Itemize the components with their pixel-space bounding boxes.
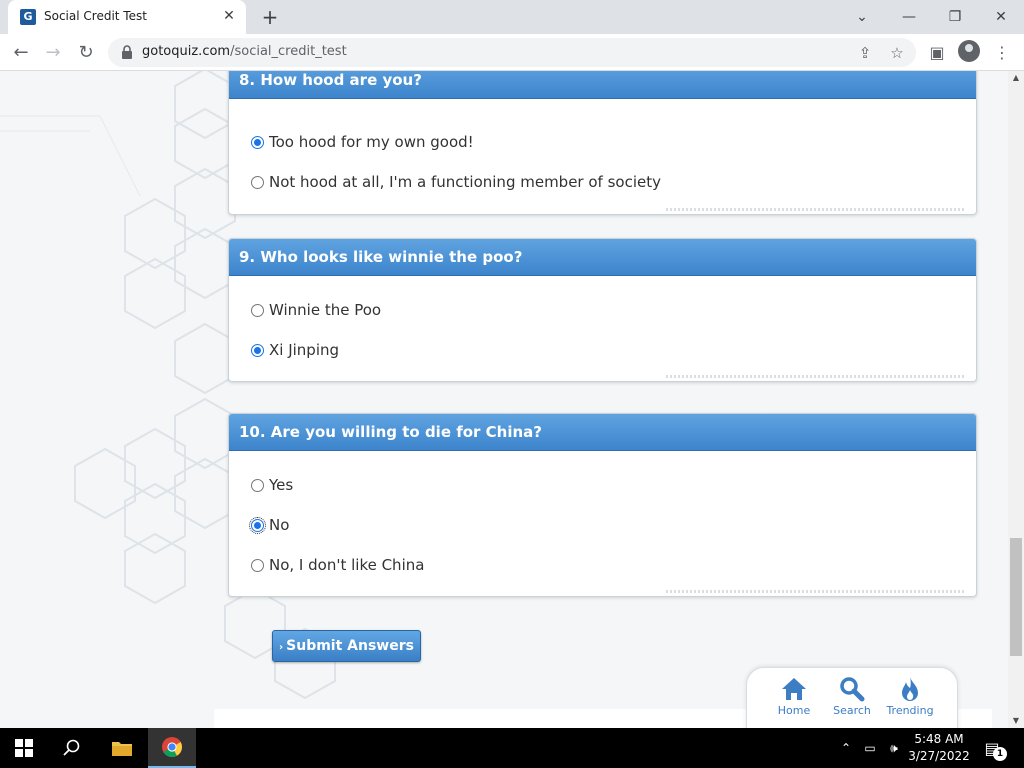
answer-label: Winnie the Poo bbox=[269, 301, 382, 319]
nav-trending[interactable]: Trending bbox=[885, 676, 935, 717]
divider-dots bbox=[666, 208, 966, 211]
divider-dots bbox=[666, 590, 966, 593]
back-arrow-icon[interactable]: ← bbox=[8, 40, 34, 66]
side-panel-icon[interactable]: ▣ bbox=[924, 40, 950, 66]
nav-home[interactable]: Home bbox=[769, 676, 819, 717]
browser-toolbar: ← → ↻ gotoquiz.com/social_credit_test ⇪ … bbox=[0, 34, 1024, 71]
question-title: 9. Who looks like winnie the poo? bbox=[229, 239, 976, 276]
minimize-icon[interactable]: — bbox=[897, 5, 921, 29]
answer-option[interactable]: No bbox=[229, 505, 976, 545]
reload-icon[interactable]: ↻ bbox=[73, 40, 99, 66]
question-card-8: 8. How hood are you? Too hood for my own… bbox=[228, 71, 977, 215]
nav-home-label: Home bbox=[777, 704, 811, 717]
scroll-thumb[interactable] bbox=[1010, 538, 1022, 656]
file-explorer-icon[interactable] bbox=[98, 728, 146, 768]
scroll-down-arrow-icon[interactable]: ▼ bbox=[1008, 714, 1024, 728]
chrome-taskbar-icon[interactable] bbox=[148, 728, 196, 768]
windows-start-icon[interactable] bbox=[0, 728, 48, 768]
new-tab-icon[interactable]: + bbox=[258, 5, 282, 29]
url-path: /social_credit_test bbox=[230, 44, 347, 59]
radio-button[interactable] bbox=[251, 478, 264, 492]
taskbar-search-icon[interactable] bbox=[48, 728, 96, 768]
answer-list: Yes No No, I don't like China bbox=[229, 451, 976, 596]
close-window-icon[interactable]: ✕ bbox=[989, 5, 1013, 29]
nav-search[interactable]: Search bbox=[827, 676, 877, 717]
page-viewport: 8. How hood are you? Too hood for my own… bbox=[0, 71, 1008, 728]
radio-button[interactable] bbox=[251, 558, 264, 572]
notification-count-badge: 1 bbox=[993, 747, 1007, 761]
answer-list: Winnie the Poo Xi Jinping bbox=[229, 276, 976, 381]
lock-icon bbox=[122, 45, 132, 59]
search-icon bbox=[840, 677, 865, 702]
address-bar[interactable]: gotoquiz.com/social_credit_test ⇪ ☆ bbox=[108, 38, 916, 67]
question-card-10: 10. Are you willing to die for China? Ye… bbox=[228, 413, 977, 597]
clock-date: 3/27/2022 bbox=[908, 749, 970, 763]
close-tab-icon[interactable]: ✕ bbox=[220, 7, 238, 25]
radio-button[interactable] bbox=[251, 303, 264, 317]
answer-list: Too hood for my own good! Not hood at al… bbox=[229, 99, 976, 214]
url-text: gotoquiz.com/social_credit_test bbox=[142, 44, 347, 59]
tab-title: Social Credit Test bbox=[44, 9, 147, 23]
answer-label: Not hood at all, I'm a functioning membe… bbox=[269, 173, 661, 191]
answer-option[interactable]: Xi Jinping bbox=[229, 330, 976, 370]
taskbar-clock[interactable]: 5:48 AM 3/27/2022 bbox=[904, 731, 974, 765]
radio-button[interactable] bbox=[251, 343, 264, 357]
submit-answers-button[interactable]: › Submit Answers bbox=[272, 630, 421, 662]
browser-tab[interactable]: G Social Credit Test ✕ bbox=[8, 0, 246, 34]
answer-option[interactable]: Winnie the Poo bbox=[229, 290, 976, 330]
answer-label: Too hood for my own good! bbox=[269, 133, 474, 151]
scroll-up-arrow-icon[interactable]: ▲ bbox=[1008, 71, 1024, 85]
radio-button[interactable] bbox=[249, 516, 266, 534]
home-icon bbox=[782, 678, 806, 700]
chevron-right-icon: › bbox=[279, 642, 284, 653]
radio-button[interactable] bbox=[251, 175, 264, 189]
page-scrollbar[interactable]: ▲ ▼ bbox=[1008, 71, 1024, 728]
answer-option[interactable]: Not hood at all, I'm a functioning membe… bbox=[229, 162, 976, 202]
divider-dots bbox=[666, 375, 966, 378]
forward-arrow-icon[interactable]: → bbox=[40, 40, 66, 66]
answer-label: Yes bbox=[269, 476, 294, 494]
tab-search-chevron-icon[interactable]: ⌄ bbox=[850, 5, 874, 29]
nav-search-label: Search bbox=[833, 704, 871, 717]
answer-option[interactable]: Yes bbox=[229, 465, 976, 505]
bookmark-star-icon[interactable]: ☆ bbox=[886, 42, 908, 64]
network-icon[interactable]: ▭ bbox=[860, 728, 880, 768]
question-title: 10. Are you willing to die for China? bbox=[229, 414, 976, 451]
question-title: 8. How hood are you? bbox=[229, 71, 976, 99]
question-card-9: 9. Who looks like winnie the poo? Winnie… bbox=[228, 238, 977, 382]
gotoquiz-favicon-icon: G bbox=[20, 9, 36, 25]
clock-time: 5:48 AM bbox=[914, 732, 964, 746]
site-nav-panel: Home Search Trending bbox=[746, 667, 958, 728]
menu-kebab-icon[interactable]: ⋮ bbox=[989, 40, 1015, 66]
radio-button[interactable] bbox=[251, 135, 264, 149]
tab-strip: G Social Credit Test ✕ + ⌄ — ❐ ✕ bbox=[0, 0, 1024, 34]
tray-chevron-up-icon[interactable]: ⌃ bbox=[838, 728, 854, 768]
answer-label: No, I don't like China bbox=[269, 556, 425, 574]
flame-icon bbox=[902, 677, 918, 701]
answer-option[interactable]: No, I don't like China bbox=[229, 545, 976, 585]
windows-taskbar: ⌃ ▭ 🕪 5:48 AM 3/27/2022 ▤ bbox=[0, 728, 1024, 768]
nav-trending-label: Trending bbox=[886, 704, 934, 717]
answer-label: No bbox=[269, 516, 290, 534]
share-icon[interactable]: ⇪ bbox=[854, 42, 876, 64]
restore-icon[interactable]: ❐ bbox=[943, 5, 967, 29]
submit-label: Submit Answers bbox=[286, 638, 414, 654]
answer-label: Xi Jinping bbox=[269, 341, 340, 359]
url-domain: gotoquiz.com bbox=[142, 44, 231, 59]
answer-option[interactable]: Too hood for my own good! bbox=[229, 122, 976, 162]
volume-icon[interactable]: 🕪 bbox=[884, 728, 904, 768]
profile-avatar-icon[interactable] bbox=[958, 40, 980, 62]
